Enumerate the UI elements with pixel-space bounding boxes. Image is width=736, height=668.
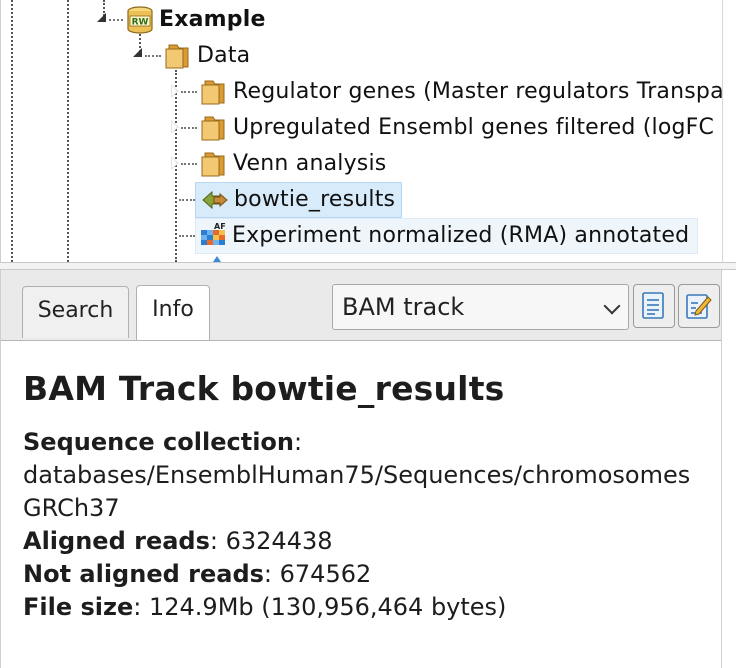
tree-connector	[179, 235, 195, 237]
svg-text:AF: AF	[214, 222, 226, 231]
info-title: BAM Track bowtie_results	[23, 369, 505, 408]
sequence-collection-row: Sequence collection:	[23, 426, 713, 459]
tree-node-venn-analysis[interactable]: Venn analysis	[199, 147, 386, 181]
label-separator: :	[294, 428, 303, 456]
tree-connector	[181, 91, 197, 93]
chevron-down-icon	[603, 297, 621, 315]
tab-label: Info	[152, 297, 194, 322]
tree-connector	[181, 127, 197, 129]
table-icon: AF	[201, 222, 226, 245]
not-aligned-reads-label: Not aligned reads	[23, 560, 264, 588]
tree-connector	[179, 199, 195, 201]
info-panel: Search Info BAM track BAM Track bowtie_r…	[0, 270, 722, 668]
tree-guide-line	[11, 0, 13, 262]
not-aligned-reads-row: Not aligned reads: 674562	[23, 558, 713, 591]
edit-button[interactable]	[678, 284, 720, 328]
folder-icon	[165, 44, 189, 69]
expand-toggle-data[interactable]	[133, 48, 142, 57]
tree-node-regulator-genes[interactable]: Regulator genes (Master regulators Trans…	[199, 75, 723, 109]
tree-node-label: Experiment normalized (RMA) annotated	[232, 223, 690, 248]
tab-label: Search	[37, 298, 114, 323]
view-type-select[interactable]: BAM track	[332, 284, 629, 330]
tree-node-experiment-normalized[interactable]: AF Experiment normalized (RMA) annotated	[195, 218, 699, 254]
tree-connector	[145, 55, 161, 57]
document-button[interactable]	[633, 284, 675, 328]
label-separator: :	[209, 527, 218, 555]
tree-node-label: bowtie_results	[234, 187, 396, 212]
label-separator: :	[263, 560, 272, 588]
expand-toggle-example[interactable]	[97, 13, 106, 22]
aligned-reads-label: Aligned reads	[23, 527, 210, 555]
expand-toggle-upregulated[interactable]	[171, 120, 179, 134]
tree-connector	[181, 163, 197, 165]
tree-node-label: Upregulated Ensembl genes filtered (logF…	[233, 115, 715, 140]
file-size-value: 124.9Mb (130,956,464 bytes)	[148, 593, 507, 621]
tree-node-label: Venn analysis	[233, 151, 387, 176]
expand-toggle-regulator[interactable]	[171, 84, 179, 98]
aligned-reads-row: Aligned reads: 6324438	[23, 525, 713, 558]
tree-node-bowtie-results[interactable]: bowtie_results	[195, 182, 403, 218]
tree-scrollbar[interactable]	[722, 0, 736, 262]
edit-icon	[686, 294, 712, 319]
tab-bar: Search Info BAM track	[1, 270, 721, 341]
tree-guide-line	[67, 0, 69, 262]
panel-splitter[interactable]	[0, 262, 736, 270]
not-aligned-reads-value: 674562	[279, 560, 372, 588]
tree-node-data[interactable]: Data	[163, 39, 250, 73]
sequence-collection-value[interactable]: databases/EnsemblHuman75/Sequences/chrom…	[23, 459, 713, 492]
select-value: BAM track	[342, 293, 465, 321]
folder-icon	[201, 116, 225, 141]
aligned-reads-value: 6324438	[225, 527, 333, 555]
partial-node-icon	[213, 256, 221, 262]
tree-node-example[interactable]: RW Example	[125, 3, 266, 37]
file-size-row: File size: 124.9Mb (130,956,464 bytes)	[23, 591, 713, 624]
folder-icon	[201, 152, 225, 177]
tree-panel[interactable]: RW Example Data Regulator genes (Master …	[0, 0, 723, 262]
label-separator: :	[133, 593, 142, 621]
database-rw-icon: RW	[127, 6, 153, 34]
tree-node-label: Regulator genes (Master regulators Trans…	[233, 79, 723, 104]
svg-text:RW: RW	[132, 18, 149, 28]
tree-node-label: Example	[159, 7, 266, 32]
bam-track-icon	[202, 190, 228, 210]
document-icon	[642, 292, 664, 319]
info-content: BAM Track bowtie_results Sequence collec…	[23, 368, 713, 624]
tab-search[interactable]: Search	[22, 286, 129, 338]
sequence-collection-label: Sequence collection	[23, 428, 294, 456]
expand-toggle-venn[interactable]	[171, 156, 179, 170]
tab-info[interactable]: Info	[136, 285, 210, 340]
tree-node-upregulated[interactable]: Upregulated Ensembl genes filtered (logF…	[199, 111, 714, 145]
tree-node-label: Data	[197, 43, 251, 68]
sequence-collection-genome: GRCh37	[23, 494, 120, 522]
tree-connector	[109, 19, 123, 21]
file-size-label: File size	[23, 593, 134, 621]
folder-icon	[201, 80, 225, 105]
